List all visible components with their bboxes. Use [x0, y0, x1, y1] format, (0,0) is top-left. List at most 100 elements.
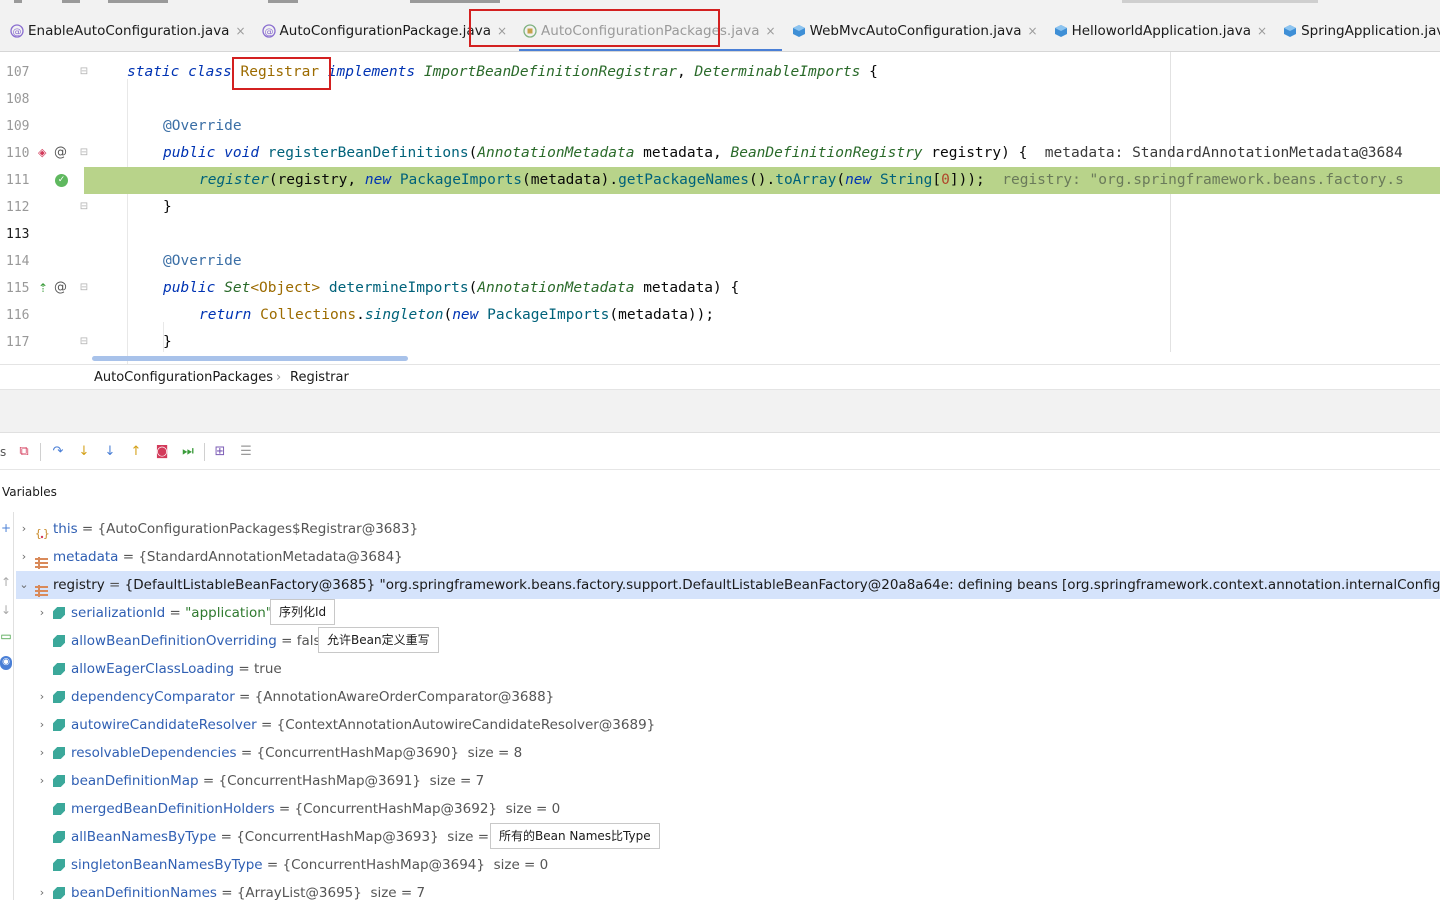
breakpoint-check-icon[interactable]: ✓: [55, 174, 68, 187]
annotation-gutter-icon[interactable]: @: [54, 280, 67, 296]
code-line[interactable]: 107 ⊟ static class Registrar implements …: [0, 59, 1440, 86]
variable-text: resolvableDependencies = {ConcurrentHash…: [71, 739, 522, 767]
variable-row[interactable]: singletonBeanNamesByType = {ConcurrentHa…: [16, 851, 1440, 879]
expand-arrow-icon[interactable]: ›: [36, 711, 48, 739]
close-icon[interactable]: ×: [1028, 24, 1038, 38]
force-step-into-icon[interactable]: ↓: [102, 444, 118, 460]
tab-label: SpringApplication.java: [1301, 23, 1440, 39]
implements-method-icon[interactable]: ◈: [38, 147, 46, 159]
code-editor[interactable]: 107 ⊟ static class Registrar implements …: [0, 52, 1440, 364]
step-into-icon[interactable]: ↓: [76, 444, 92, 460]
variable-row[interactable]: mergedBeanDefinitionHolders = {Concurren…: [16, 795, 1440, 823]
code-line[interactable]: 117 ⊟ }: [0, 329, 1440, 356]
step-out-icon[interactable]: ↑: [128, 444, 144, 460]
variable-name: dependencyComparator: [71, 689, 235, 705]
class-name-registrar: Registrar: [240, 64, 320, 80]
variable-value: {ConcurrentHashMap@3691}: [218, 773, 421, 789]
annotation-gutter-icon[interactable]: @: [54, 145, 67, 161]
tab-springapplication[interactable]: SpringApplication.java×: [1273, 14, 1440, 48]
variable-row[interactable]: › beanDefinitionMap = {ConcurrentHashMap@…: [16, 767, 1440, 795]
breadcrumb-separator-icon: ›: [276, 370, 282, 385]
code-line[interactable]: 112 ⊟ }: [0, 194, 1440, 221]
trace-icon[interactable]: ☰: [238, 444, 254, 460]
expand-arrow-icon[interactable]: ›: [18, 543, 30, 571]
line-number: 111: [6, 173, 30, 188]
variable-row[interactable]: ›{} this = {AutoConfigurationPackages$Reg…: [16, 515, 1440, 543]
fold-icon[interactable]: ⊟: [78, 66, 90, 78]
breadcrumb-item[interactable]: Registrar: [290, 365, 349, 390]
line-number: 113: [6, 227, 30, 242]
expand-arrow-icon[interactable]: ›: [36, 767, 48, 795]
equals-sign: =: [118, 549, 139, 565]
code-line[interactable]: 111 ✓ register(registry, new PackageImpo…: [0, 167, 1440, 194]
drop-frame-icon[interactable]: ◙: [154, 444, 170, 460]
inline-debug-value: metadata: StandardAnnotationMetadata@368…: [1044, 145, 1403, 161]
line-number: 115: [6, 281, 30, 296]
variable-row[interactable]: › serializationId = "application": [16, 599, 1440, 627]
code-text: @Override: [163, 253, 242, 269]
implements-method-icon[interactable]: ⇡: [38, 281, 48, 295]
tab-autoconfigurationpackages[interactable]: AutoConfigurationPackages.java ×: [513, 14, 782, 51]
step-over-icon[interactable]: ↷: [50, 444, 66, 460]
variable-row[interactable]: allBeanNamesByType = {ConcurrentHashMap@…: [16, 823, 1440, 851]
variable-name: serializationId: [71, 605, 166, 621]
fold-icon[interactable]: ⊟: [78, 282, 90, 294]
add-watch-icon[interactable]: +: [0, 522, 12, 534]
expand-arrow-icon[interactable]: ⌄: [18, 571, 30, 599]
code-line[interactable]: 115 ⇡ @ ⊟ public Set<Object> determineIm…: [0, 275, 1440, 302]
field-icon: [53, 719, 65, 731]
variable-row[interactable]: › metadata = {StandardAnnotationMetadata@…: [16, 543, 1440, 571]
editor-tab-bar: @ EnableAutoConfiguration.java × @ AutoConfi…: [0, 0, 1440, 52]
code-line[interactable]: 113: [0, 221, 1440, 248]
code-line[interactable]: 108: [0, 86, 1440, 113]
variable-value: {ContextAnnotationAutowireCandidateResol…: [276, 717, 656, 733]
expand-arrow-icon[interactable]: ›: [36, 739, 48, 767]
variable-row[interactable]: › beanDefinitionNames = {ArrayList@3695} …: [16, 879, 1440, 900]
scroll-up-icon[interactable]: ↑: [0, 576, 12, 588]
close-icon[interactable]: ×: [497, 24, 507, 38]
copy-icon[interactable]: ▭: [0, 630, 12, 642]
horizontal-scrollbar[interactable]: [92, 356, 408, 361]
variable-row[interactable]: ⌄ registry = {DefaultListableBeanFactory@…: [16, 571, 1440, 599]
variable-row[interactable]: › resolvableDependencies = {ConcurrentHas…: [16, 739, 1440, 767]
expand-arrow-icon[interactable]: ›: [36, 879, 48, 900]
tab-webmvcautoconfiguration[interactable]: WebMvcAutoConfiguration.java ×: [782, 14, 1044, 48]
expand-arrow-icon[interactable]: ›: [18, 515, 30, 543]
expand-arrow-icon[interactable]: ›: [36, 683, 48, 711]
variable-text: allowBeanDefinitionOverriding = false: [71, 627, 329, 655]
fold-end-icon[interactable]: ⊟: [78, 201, 90, 213]
code-line[interactable]: 109 @Override: [0, 113, 1440, 140]
variable-row[interactable]: allowEagerClassLoading = true: [16, 655, 1440, 683]
variable-text: autowireCandidateResolver = {ContextAnno…: [71, 711, 655, 739]
run-to-cursor-icon[interactable]: ⏭: [180, 444, 196, 460]
field-icon: [53, 859, 65, 871]
close-icon[interactable]: ×: [1257, 24, 1267, 38]
tab-enableautoconfiguration[interactable]: @ EnableAutoConfiguration.java ×: [0, 14, 252, 48]
variable-row[interactable]: › autowireCandidateResolver = {ContextAnn…: [16, 711, 1440, 739]
breadcrumb-item[interactable]: AutoConfigurationPackages: [94, 365, 273, 390]
field-icon: [53, 691, 65, 703]
view-toggle-icon[interactable]: ◉: [0, 656, 12, 670]
fold-end-icon[interactable]: ⊟: [78, 336, 90, 348]
code-line[interactable]: 116 return Collections.singleton(new Pac…: [0, 302, 1440, 329]
expand-arrow-icon[interactable]: ›: [36, 599, 48, 627]
code-line[interactable]: 110 ◈ @ ⊟ public void registerBeanDefini…: [0, 140, 1440, 167]
fold-icon[interactable]: ⊟: [78, 147, 90, 159]
menu-strip: [0, 0, 1440, 8]
scroll-down-icon[interactable]: ↓: [0, 604, 12, 616]
close-icon[interactable]: ×: [766, 24, 776, 38]
code-text: register(registry, new PackageImports(me…: [199, 172, 1404, 188]
close-icon[interactable]: ×: [235, 24, 245, 38]
variable-row[interactable]: › dependencyComparator = {AnnotationAware…: [16, 683, 1440, 711]
equals-sign: =: [234, 689, 255, 705]
frames-layout-icon[interactable]: ⧉: [16, 444, 32, 460]
tab-autoconfigurationpackage[interactable]: @ AutoConfigurationPackage.java ×: [252, 14, 514, 48]
tab-label: WebMvcAutoConfiguration.java: [809, 23, 1022, 39]
panel-label-fragment: s: [0, 445, 7, 459]
code-line[interactable]: 114 @Override: [0, 248, 1440, 275]
variable-row[interactable]: allowBeanDefinitionOverriding = false: [16, 627, 1440, 655]
evaluate-expression-icon[interactable]: ⊞: [212, 444, 228, 460]
tab-helloworldapplication[interactable]: HelloworldApplication.java ×: [1044, 14, 1273, 48]
debug-panel: s ⧉ ↷ ↓ ↓ ↑ ◙ ⏭ ⊞ ☰ Variables + ↑ ↓ ▭ ◉ ›{} this…: [0, 432, 1440, 900]
tab-label: AutoConfigurationPackage.java: [279, 23, 491, 39]
